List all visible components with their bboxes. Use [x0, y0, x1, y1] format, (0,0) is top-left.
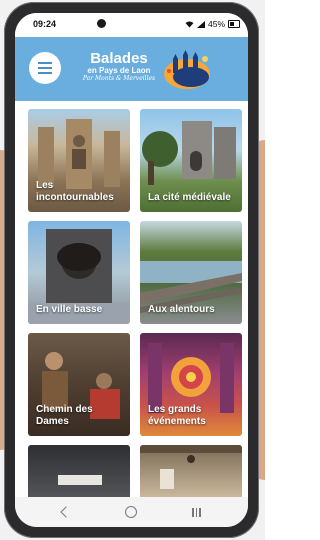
tile-label: Chemin des Dames: [36, 404, 93, 427]
recent-apps-icon[interactable]: [192, 507, 201, 517]
battery-icon: [228, 20, 240, 28]
home-icon[interactable]: [125, 506, 138, 518]
menu-button[interactable]: [29, 52, 61, 84]
menu-icon-bar: [38, 72, 52, 74]
tile-label: Les incontournables: [36, 180, 114, 203]
app-header: Balades en Pays de Laon Par Monts & Merv…: [15, 37, 248, 101]
cathedral-logo-icon: [164, 50, 210, 89]
tile-label: La cité médiévale: [148, 192, 231, 203]
phone-frame: 09:24 45% Balades en Pays de Laon Par Mo…: [4, 2, 259, 538]
camera-hole: [97, 19, 106, 28]
tile-label: Aux alentours: [148, 304, 215, 315]
tile-label: En ville basse: [36, 304, 103, 315]
battery-percent: 45%: [207, 19, 225, 29]
phone-screen: 09:24 45% Balades en Pays de Laon Par Mo…: [15, 13, 248, 527]
tile-chemin-des-dames[interactable]: Chemin des Dames: [28, 333, 130, 436]
menu-icon-bar: [38, 62, 52, 64]
tile-grands-evenements[interactable]: Les grands événements: [140, 333, 242, 436]
status-bar: 09:24 45%: [15, 13, 248, 37]
status-time: 09:24: [33, 19, 57, 29]
system-nav-bar: [15, 497, 248, 527]
screenshot-stage: 09:24 45% Balades en Pays de Laon Par Mo…: [0, 0, 265, 540]
brand: Balades en Pays de Laon Par Monts & Merv…: [79, 51, 159, 83]
back-icon[interactable]: [60, 506, 73, 518]
tile-cite-medievale[interactable]: La cité médiévale: [140, 109, 242, 212]
signal-icon: [196, 20, 205, 28]
brand-subtitle: en Pays de Laon: [87, 66, 151, 75]
brand-title: Balades: [90, 50, 148, 67]
brand-byline: Par Monts & Merveilles: [82, 75, 156, 82]
tile-alentours[interactable]: Aux alentours: [140, 221, 242, 324]
status-icons: 45%: [185, 19, 240, 29]
menu-icon-bar: [38, 67, 52, 69]
tile-incontournables[interactable]: Les incontournables: [28, 109, 130, 212]
tile-label: Les grands événements: [148, 404, 206, 427]
wifi-icon: [185, 21, 194, 27]
tile-ville-basse[interactable]: En ville basse: [28, 221, 130, 324]
